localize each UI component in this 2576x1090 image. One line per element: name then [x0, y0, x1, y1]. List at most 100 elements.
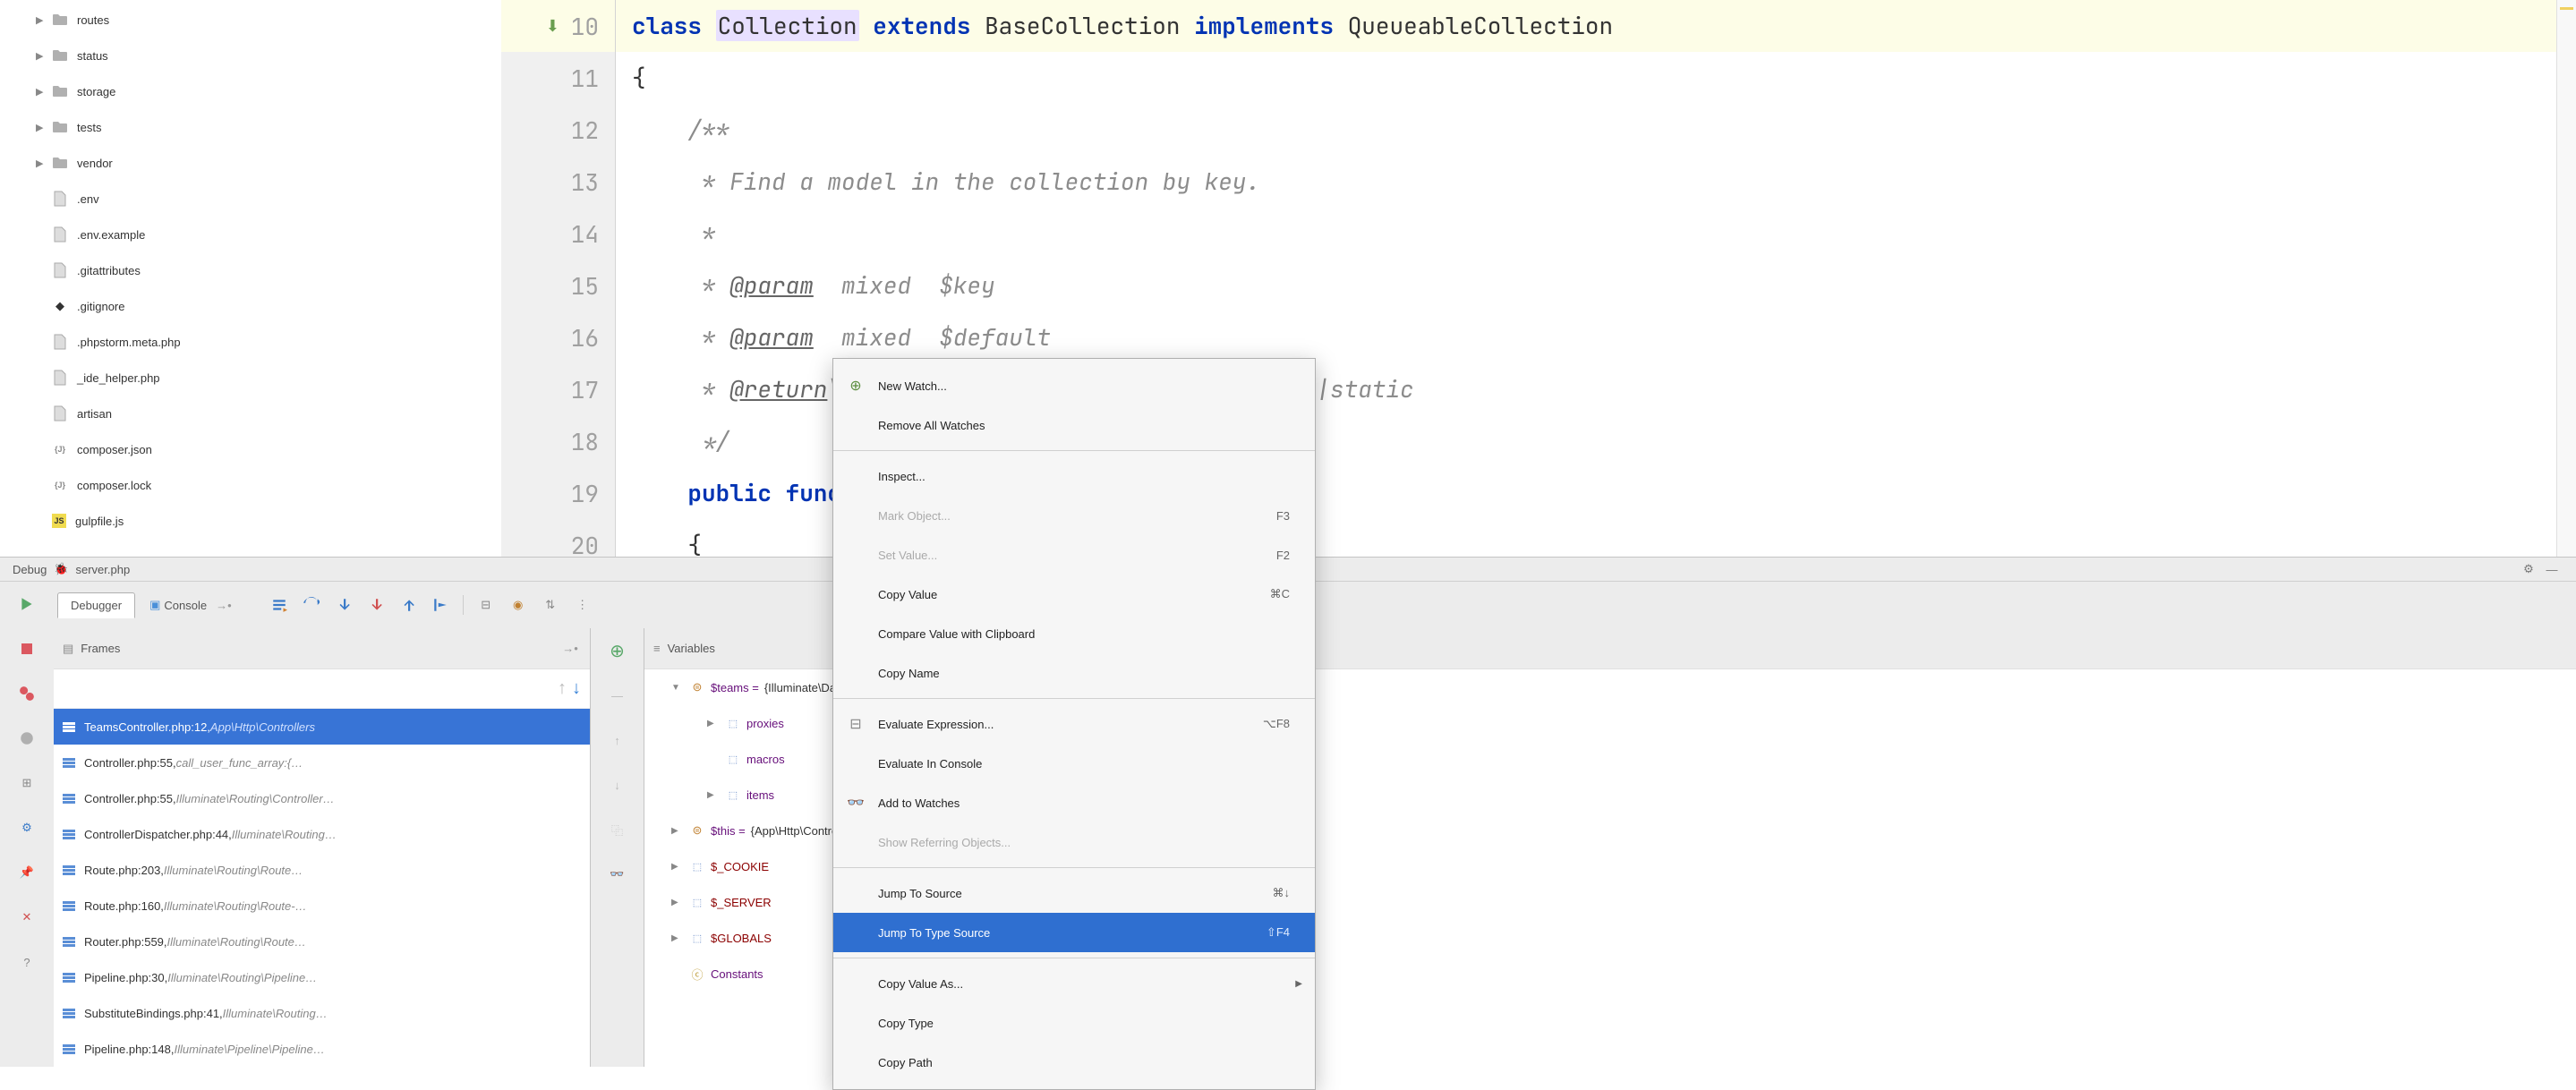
frame-row[interactable]: Route.php:203, Illuminate\Routing\Route… [54, 852, 590, 888]
gutter-line[interactable]: 16 [501, 311, 615, 363]
tree-file[interactable]: artisan [0, 396, 501, 431]
move-up-button[interactable]: ↑ [591, 718, 644, 762]
tree-file[interactable]: .env.example [0, 217, 501, 252]
minimize-icon[interactable]: — [2540, 563, 2563, 576]
expand-arrow-icon[interactable]: ▶ [671, 862, 684, 872]
frame-row[interactable]: ControllerDispatcher.php:44, Illuminate\… [54, 816, 590, 852]
code-line[interactable]: { [616, 52, 2556, 104]
show-watches-button[interactable]: 👓 [591, 852, 644, 897]
stop-button[interactable] [0, 626, 54, 671]
tree-file[interactable]: {J}composer.json [0, 431, 501, 467]
move-down-button[interactable]: ↓ [591, 762, 644, 807]
expand-arrow-icon[interactable]: ▶ [671, 933, 684, 943]
frame-row[interactable]: SubstituteBindings.php:41, Illuminate\Ro… [54, 995, 590, 1031]
step-out-button[interactable] [398, 595, 418, 615]
menu-item[interactable]: 👓Add to Watches [833, 783, 1315, 822]
show-execution-point-button[interactable] [269, 595, 289, 615]
expand-arrow-icon[interactable]: ▶ [671, 898, 684, 907]
menu-item[interactable]: Jump To Source⌘↓ [833, 873, 1315, 913]
code-line[interactable]: * @param mixed $default [616, 311, 2556, 363]
context-menu[interactable]: ⊕New Watch...Remove All Watches Inspect..… [832, 358, 1316, 1090]
sort-button[interactable]: ⇅ [541, 595, 560, 615]
menu-item[interactable]: Compare Value with Clipboard [833, 614, 1315, 653]
frame-row[interactable]: Pipeline.php:148, Illuminate\Pipeline\Pi… [54, 1031, 590, 1067]
gutter-line[interactable]: 15 [501, 260, 615, 311]
close-button[interactable]: ✕ [0, 895, 54, 940]
frame-row[interactable]: TeamsController.php:12, App\Http\Control… [54, 709, 590, 745]
duplicate-button[interactable]: ⿻ [591, 807, 644, 852]
resume-button[interactable] [0, 582, 54, 626]
code-line[interactable]: /** [616, 104, 2556, 156]
tab-debugger[interactable]: Debugger [57, 592, 135, 618]
editor-scrollbar[interactable] [2556, 0, 2576, 557]
tree-folder[interactable]: ▶routes [0, 2, 501, 38]
frames-pin-icon[interactable]: →• [559, 642, 581, 655]
frame-row[interactable]: Controller.php:55, Illuminate\Routing\Co… [54, 780, 590, 816]
tree-file[interactable]: .gitattributes [0, 252, 501, 288]
remove-watch-button[interactable]: — [591, 673, 644, 718]
menu-item[interactable]: ⊟Evaluate Expression...⌥F8 [833, 704, 1315, 744]
pin-button[interactable]: 📌 [0, 850, 54, 895]
gutter-line[interactable]: 19 [501, 467, 615, 519]
menu-item[interactable]: ⊕New Watch... [833, 366, 1315, 405]
menu-item[interactable]: Jump To Type Source⇧F4 [833, 913, 1315, 952]
debug-settings-button[interactable]: ⚙ [0, 805, 54, 850]
frame-down-button[interactable]: ↓ [572, 678, 581, 699]
code-line[interactable]: * Find a model in the collection by key. [616, 156, 2556, 208]
view-breakpoints-button[interactable] [0, 671, 54, 716]
tree-file[interactable]: _ide_helper.php [0, 360, 501, 396]
menu-item[interactable]: Copy Type [833, 1003, 1315, 1043]
frame-row[interactable]: Route.php:160, Illuminate\Routing\Route-… [54, 888, 590, 924]
frame-row[interactable]: Pipeline.php:30, Illuminate\Routing\Pipe… [54, 959, 590, 995]
expand-arrow-icon[interactable]: ▶ [707, 719, 720, 728]
gutter-line[interactable]: 11 [501, 52, 615, 104]
step-into-button[interactable] [334, 595, 354, 615]
menu-item[interactable]: Copy Name [833, 653, 1315, 693]
tree-folder[interactable]: ▶storage [0, 73, 501, 109]
evaluate-expression-button[interactable]: ⊟ [476, 595, 496, 615]
gutter-line[interactable]: 12 [501, 104, 615, 156]
tree-folder[interactable]: ▶vendor [0, 145, 501, 181]
menu-item[interactable]: Inspect... [833, 456, 1315, 496]
gutter-line[interactable]: 18 [501, 415, 615, 467]
code-line[interactable]: * [616, 208, 2556, 260]
run-to-cursor-button[interactable] [431, 595, 450, 615]
expand-arrow-icon[interactable]: ▶ [707, 790, 720, 800]
force-step-into-button[interactable] [366, 595, 386, 615]
menu-item[interactable]: Copy Value⌘C [833, 575, 1315, 614]
settings-icon[interactable]: ⚙ [2517, 562, 2540, 576]
tree-file[interactable]: {J}composer.lock [0, 467, 501, 503]
mute-breakpoints-button[interactable] [0, 716, 54, 761]
menu-item[interactable]: Copy Path [833, 1043, 1315, 1082]
expand-arrow-icon[interactable]: ▶ [671, 826, 684, 836]
frame-row[interactable]: Controller.php:55, call_user_func_array:… [54, 745, 590, 780]
more-button[interactable]: ⋮ [573, 595, 593, 615]
expand-arrow-icon[interactable]: ▼ [671, 683, 684, 693]
gutter-line[interactable]: 14 [501, 208, 615, 260]
tree-file[interactable]: JSgulpfile.js [0, 503, 501, 539]
step-over-button[interactable] [302, 595, 321, 615]
code-line[interactable]: * @param mixed $key [616, 260, 2556, 311]
code-line[interactable]: class Collection extends BaseCollection … [616, 0, 2556, 52]
trace-button[interactable]: ◉ [508, 595, 528, 615]
frames-list[interactable]: TeamsController.php:12, App\Http\Control… [54, 709, 590, 1067]
menu-item[interactable]: Evaluate In Console [833, 744, 1315, 783]
tab-console[interactable]: ▣ Console →• [137, 592, 244, 617]
tree-file[interactable]: .env [0, 181, 501, 217]
tree-folder[interactable]: ▶tests [0, 109, 501, 145]
layout-settings-button[interactable]: ⊞ [0, 761, 54, 805]
frame-up-button[interactable]: ↑ [558, 678, 567, 699]
project-tree[interactable]: ▶routes▶status▶storage▶tests▶vendor.env.… [0, 0, 501, 557]
tree-file[interactable]: .phpstorm.meta.php [0, 324, 501, 360]
menu-item[interactable]: Copy Value As... [833, 964, 1315, 1003]
gutter-line[interactable]: 13 [501, 156, 615, 208]
tree-folder[interactable]: ▶status [0, 38, 501, 73]
tree-file[interactable]: ◆.gitignore [0, 288, 501, 324]
implements-gutter-icon[interactable]: ⬇ [546, 16, 559, 37]
gutter-line[interactable]: ⬇10 [501, 0, 615, 52]
gutter-line[interactable]: 17 [501, 363, 615, 415]
frame-row[interactable]: Router.php:559, Illuminate\Routing\Route… [54, 924, 590, 959]
menu-item[interactable]: Remove All Watches [833, 405, 1315, 445]
add-watch-button[interactable]: ⊕ [591, 628, 644, 673]
help-button[interactable]: ? [0, 940, 54, 984]
